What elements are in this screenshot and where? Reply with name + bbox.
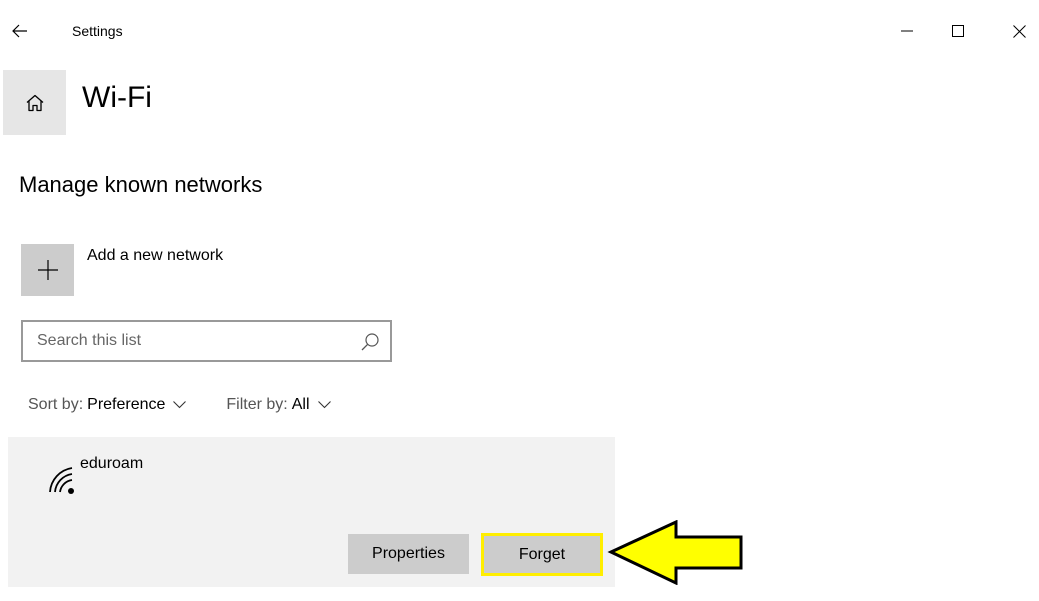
page-title: Wi-Fi [82, 81, 152, 114]
chevron-down-icon [317, 401, 331, 409]
close-button[interactable] [999, 16, 1039, 46]
sort-label: Sort by: [28, 396, 84, 413]
filter-label: Filter by: [226, 396, 288, 413]
settings-window: Settings Wi-Fi Manage known networks Add… [0, 0, 1039, 601]
plus-icon [37, 260, 58, 280]
search-icon[interactable] [360, 332, 380, 352]
maximize-button[interactable] [938, 16, 978, 46]
close-icon [1012, 24, 1026, 38]
maximize-icon [952, 25, 964, 37]
minimize-icon [901, 30, 913, 32]
arrow-left-icon [12, 24, 27, 38]
sort-filter-row: Sort by: Preference Filter by: All [28, 396, 331, 414]
sort-value: Preference [87, 396, 166, 413]
forget-button[interactable]: Forget [481, 533, 603, 576]
search-box[interactable] [21, 320, 392, 362]
wifi-icon [49, 467, 74, 494]
add-network-button[interactable] [21, 244, 74, 296]
window-title: Settings [72, 23, 123, 39]
title-bar: Settings [0, 0, 1039, 60]
filter-value: All [291, 396, 310, 413]
back-button[interactable] [0, 12, 40, 50]
arrow-annotation-icon [607, 520, 743, 585]
home-button[interactable] [3, 70, 66, 135]
network-name: eduroam [80, 455, 144, 472]
search-input[interactable] [23, 322, 343, 360]
minimize-button[interactable] [887, 16, 927, 46]
filter-dropdown[interactable]: Filter by: All [226, 396, 331, 414]
add-network-label[interactable]: Add a new network [87, 247, 223, 265]
sort-dropdown[interactable]: Sort by: Preference [28, 396, 187, 414]
properties-button[interactable]: Properties [348, 534, 469, 574]
chevron-down-icon [173, 401, 187, 409]
home-icon [26, 94, 43, 111]
section-title: Manage known networks [19, 172, 263, 197]
